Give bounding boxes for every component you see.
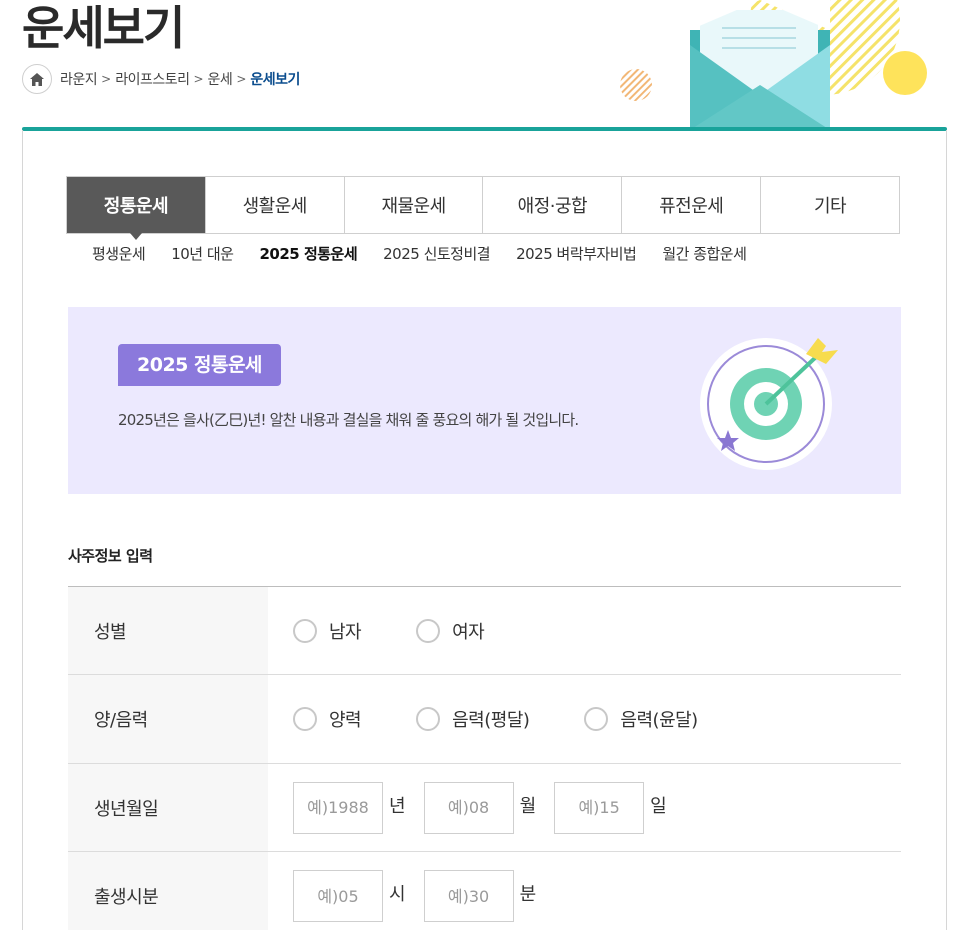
subtab-10year[interactable]: 10년 대운 [171,243,234,264]
home-icon [30,72,44,86]
year-unit: 년 [389,796,406,817]
tab-etc[interactable]: 기타 [760,177,899,233]
tab-traditional[interactable]: 정통운세 [67,177,205,240]
tab-love-match[interactable]: 애정·궁합 [482,177,622,233]
radio-label: 남자 [329,621,362,643]
breadcrumb-item-lounge[interactable]: 라운지 [60,69,98,89]
breadcrumb: 라운지 > 라이프스토리 > 운세 > 운세보기 [22,64,304,94]
saju-input-form: 성별 남자 여자 양/음력 양력 음력(평달) 음력(윤달) 생년월일 예)19… [68,586,901,930]
gender-label: 성별 [68,587,268,674]
tab-life[interactable]: 생활운세 [204,177,344,233]
radio-label: 음력(평달) [452,710,530,731]
category-tabs: 정통운세 생활운세 재물운세 애정·궁합 퓨전운세 기타 [66,176,900,240]
subtab-lifetime[interactable]: 평생운세 [92,243,146,264]
radio-circle-icon[interactable] [416,707,441,731]
breadcrumb-item-lifestory[interactable]: 라이프스토리 [115,69,190,89]
intro-banner: 2025 정통운세 2025년은 을사(乙巳)년! 알찬 내용과 결실을 채워 … [68,307,901,494]
home-button[interactable] [22,64,52,94]
section-title: 사주정보 입력 [68,547,153,565]
minute-unit: 분 [519,884,537,905]
birth-year-input[interactable] [293,781,383,834]
radio-label: 양력 [329,710,362,731]
chevron-right-icon: > [236,72,247,86]
birth-month-input[interactable] [423,781,514,834]
radio-circle-icon[interactable] [584,707,609,731]
birth-hour-input[interactable] [293,870,383,922]
birth-date-inputs: 년 월 일 [268,764,901,851]
radio-label: 음력(윤달) [620,710,698,731]
birth-time-label: 출생시분 [68,852,268,930]
subcategory-tabs: 평생운세 10년 대운 2025 정통운세 2025 신토정비결 2025 벼락… [92,243,772,264]
target-illustration [698,332,848,472]
calendar-radio-lunar-leap[interactable]: 음력(윤달) [584,706,698,732]
subtab-2025-tojeong[interactable]: 2025 신토정비결 [383,243,490,264]
radio-label: 여자 [452,621,485,643]
banner-badge: 2025 정통운세 [118,344,281,386]
page-title: 운세보기 [22,1,185,55]
hour-unit: 시 [389,884,406,905]
birth-date-row: 생년월일 년 월 일 [68,764,901,852]
birth-date-label: 생년월일 [68,764,268,851]
calendar-row: 양/음력 양력 음력(평달) 음력(윤달) [68,675,901,764]
gender-radio-male[interactable]: 남자 [293,618,362,644]
chevron-right-icon: > [101,72,112,86]
subtab-2025-wealth-secret[interactable]: 2025 벼락부자비법 [516,243,637,264]
tab-fusion[interactable]: 퓨전운세 [621,177,761,233]
breadcrumb-item-current: 운세보기 [250,72,300,88]
breadcrumb-item-fortune[interactable]: 운세 [208,69,233,89]
calendar-radio-solar[interactable]: 양력 [293,706,362,732]
birth-time-row: 출생시분 시 분 [68,852,901,930]
gender-radio-female[interactable]: 여자 [416,618,485,644]
tab-wealth[interactable]: 재물운세 [343,177,483,233]
radio-circle-icon[interactable] [293,707,317,731]
birth-day-input[interactable] [554,781,645,834]
calendar-options: 양력 음력(평달) 음력(윤달) [268,675,901,763]
radio-circle-icon[interactable] [293,618,317,643]
calendar-radio-lunar-normal[interactable]: 음력(평달) [416,706,530,732]
month-unit: 월 [519,796,537,817]
gender-row: 성별 남자 여자 [68,587,901,675]
calendar-label: 양/음력 [68,675,268,763]
birth-time-inputs: 시 분 [268,852,901,930]
chevron-right-icon: > [193,72,204,86]
banner-description: 2025년은 을사(乙巳)년! 알찬 내용과 결실을 채워 줄 풍요의 해가 될… [118,411,579,429]
radio-circle-icon[interactable] [416,618,441,643]
day-unit: 일 [650,796,667,817]
gender-options: 남자 여자 [268,587,901,674]
subtab-2025-traditional[interactable]: 2025 정통운세 [259,243,357,264]
birth-minute-input[interactable] [423,870,514,922]
subtab-monthly[interactable]: 월간 종합운세 [662,243,747,264]
envelope-illustration [600,0,955,130]
